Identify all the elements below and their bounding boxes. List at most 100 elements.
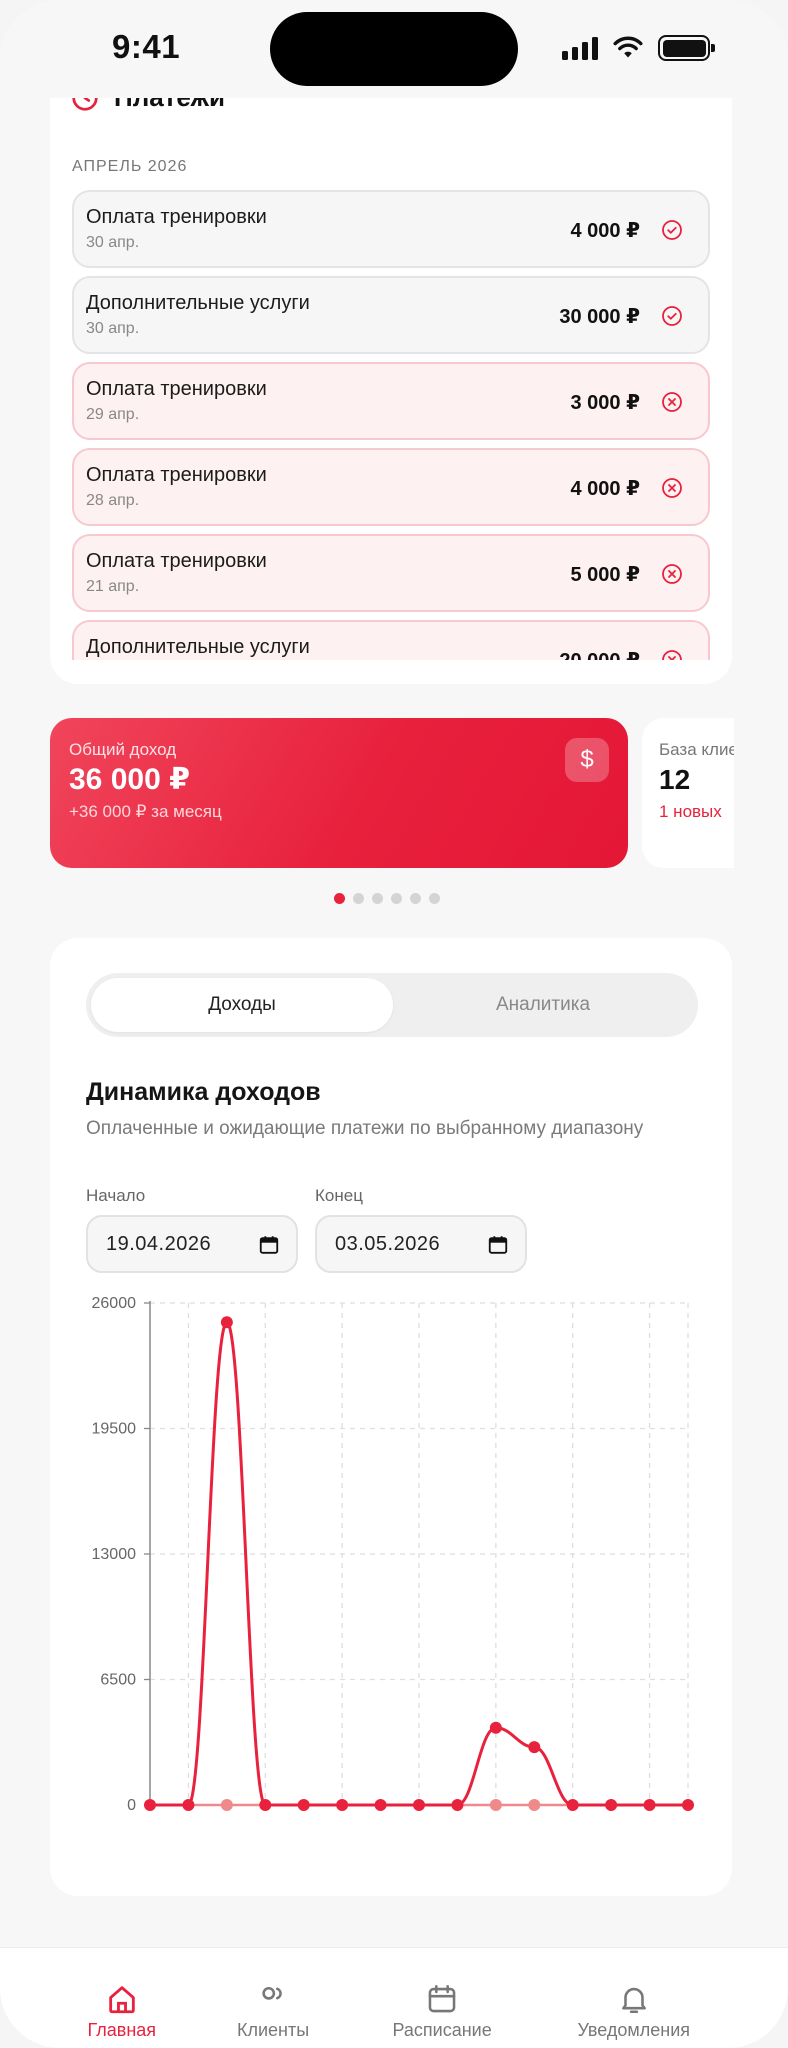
payment-amount: 5 000 ₽ xyxy=(570,564,640,586)
error-circle-icon xyxy=(662,564,682,584)
payment-item[interactable]: Оплата тренировки 28 апр. 4 000 ₽ xyxy=(72,448,710,526)
battery-icon xyxy=(658,35,715,61)
data-point xyxy=(605,1799,618,1811)
pagination-dot[interactable] xyxy=(372,893,383,904)
clients-stat-label: База клиентов xyxy=(659,740,734,759)
nav-label: Уведомления xyxy=(577,2020,691,2040)
calendar-picker-icon[interactable] xyxy=(487,1234,509,1256)
month-label: Апрель 2026 xyxy=(72,158,188,175)
tab-analytics[interactable]: Аналитика xyxy=(392,978,694,1032)
data-point xyxy=(489,1799,502,1811)
income-panel: Доходы Аналитика Динамика доходов Оплаче… xyxy=(50,938,732,1896)
payment-amount: 4 000 ₽ xyxy=(570,478,640,500)
section-description: Оплаченные и ожидающие платежи по выбран… xyxy=(86,1118,644,1139)
pagination-dot[interactable] xyxy=(353,893,364,904)
bell-icon xyxy=(622,1987,646,2014)
payment-name: Дополнительные услуги xyxy=(86,636,310,658)
payment-amount: 3 000 ₽ xyxy=(570,392,640,414)
payment-amount: 20 000 ₽ xyxy=(559,648,640,660)
payment-date: 29 апр. xyxy=(86,406,140,423)
pagination-dot[interactable] xyxy=(391,893,402,904)
data-point xyxy=(413,1799,425,1811)
wifi-icon xyxy=(613,36,643,58)
nav-item-home[interactable]: Главная xyxy=(62,1948,182,2048)
payment-amount: 30 000 ₽ xyxy=(559,306,640,328)
payment-item[interactable]: Оплата тренировки 30 апр. 4 000 ₽ xyxy=(72,190,710,268)
payment-name: Оплата тренировки xyxy=(86,550,267,572)
payment-name: Дополнительные услуги xyxy=(86,292,310,314)
nav-label: Расписание xyxy=(392,2020,492,2040)
signal-icon xyxy=(562,36,598,60)
end-date-input[interactable]: 03.05.2026 xyxy=(315,1215,527,1273)
error-circle-icon xyxy=(662,650,682,660)
tab-switcher: Доходы Аналитика xyxy=(86,973,698,1037)
data-point xyxy=(682,1799,694,1811)
data-point xyxy=(528,1799,541,1811)
clients-stat-card[interactable]: База клиентов 12 1 новых xyxy=(642,718,734,868)
status-time: 9:41 xyxy=(112,28,181,65)
data-point xyxy=(182,1799,195,1811)
clients-stat-sub: 1 новых xyxy=(659,802,722,821)
y-tick-label: 6500 xyxy=(100,1672,136,1689)
pagination-dot[interactable] xyxy=(334,893,345,904)
payment-date: 28 апр. xyxy=(86,492,140,509)
payment-item[interactable]: Дополнительные услуги 20 000 ₽ xyxy=(72,620,710,660)
y-tick-label: 26000 xyxy=(92,1295,137,1312)
bottom-navigation: Главная Клиенты Расписание Уведомления xyxy=(0,1947,788,2048)
payment-amount: 4 000 ₽ xyxy=(570,220,640,242)
payment-name: Оплата тренировки xyxy=(86,464,267,486)
income-stat-label: Общий доход xyxy=(69,740,177,759)
data-point xyxy=(566,1799,579,1811)
calendar-icon xyxy=(428,1984,456,2013)
carousel-pagination xyxy=(334,893,440,904)
tab-income[interactable]: Доходы xyxy=(91,978,393,1032)
data-point xyxy=(144,1799,156,1811)
data-point xyxy=(297,1799,310,1811)
payment-name: Оплата тренировки xyxy=(86,206,267,228)
x-tick-label: 28 апр. xyxy=(469,1816,522,1818)
phone-screen: Платежи Апрель 2026 Оплата тренировки30 … xyxy=(0,0,788,2048)
calendar-picker-icon[interactable] xyxy=(258,1234,280,1256)
income-stat-value: 36 000 ₽ xyxy=(69,763,190,796)
nav-item-bell[interactable]: Уведомления xyxy=(574,1948,694,2048)
income-chart: 0 6500 13000 19500 26000 20 апр. 22 апр. 24 апр… xyxy=(92,1295,697,1818)
x-tick-label: 24 апр. xyxy=(316,1816,369,1818)
dynamic-island xyxy=(270,12,518,86)
check-circle-icon xyxy=(662,220,682,240)
start-date-input[interactable]: 19.04.2026 xyxy=(86,1215,298,1273)
data-point xyxy=(336,1799,349,1811)
payment-date: 30 апр. xyxy=(86,234,140,251)
x-tick-label: 20 апр. xyxy=(162,1816,215,1818)
end-date-label: Конец xyxy=(315,1186,363,1205)
data-point xyxy=(528,1741,541,1754)
data-point xyxy=(374,1799,387,1811)
stats-carousel[interactable]: Общий доход 36 000 ₽ +36 000 ₽ за месяц … xyxy=(50,718,734,870)
x-tick-label: 26 апр. xyxy=(392,1816,445,1818)
payment-date: 30 апр. xyxy=(86,320,140,337)
status-icons xyxy=(562,34,715,62)
income-stat-card[interactable]: Общий доход 36 000 ₽ +36 000 ₽ за месяц … xyxy=(50,718,628,868)
data-point xyxy=(451,1799,464,1811)
data-point xyxy=(220,1316,233,1329)
payment-item[interactable]: Оплата тренировки 29 апр. 3 000 ₽ xyxy=(72,362,710,440)
error-circle-icon xyxy=(662,478,682,498)
pagination-dot[interactable] xyxy=(429,893,440,904)
nav-item-users[interactable]: Клиенты xyxy=(213,1948,333,2048)
dollar-icon: $ xyxy=(565,738,609,782)
y-tick-label: 13000 xyxy=(92,1546,137,1563)
payments-list: Оплата тренировки 30 апр. 4 000 ₽ Дополните… xyxy=(72,190,710,660)
start-date-value: 19.04.2026 xyxy=(106,1233,212,1255)
start-date-label: Начало xyxy=(86,1186,146,1205)
pagination-dot[interactable] xyxy=(410,893,421,904)
nav-label: Клиенты xyxy=(237,2020,310,2040)
nav-item-calendar[interactable]: Расписание xyxy=(382,1948,502,2048)
payment-item[interactable]: Дополнительные услуги 30 апр. 30 000 ₽ xyxy=(72,276,710,354)
payment-date: 21 апр. xyxy=(86,578,140,595)
nav-label: Главная xyxy=(87,2020,157,2040)
income-stat-sub: +36 000 ₽ за месяц xyxy=(69,802,222,821)
data-point xyxy=(489,1721,502,1734)
payment-item[interactable]: Оплата тренировки 21 апр. 5 000 ₽ xyxy=(72,534,710,612)
data-point xyxy=(220,1799,233,1811)
users-icon xyxy=(262,1982,290,2016)
check-circle-icon xyxy=(662,306,682,326)
